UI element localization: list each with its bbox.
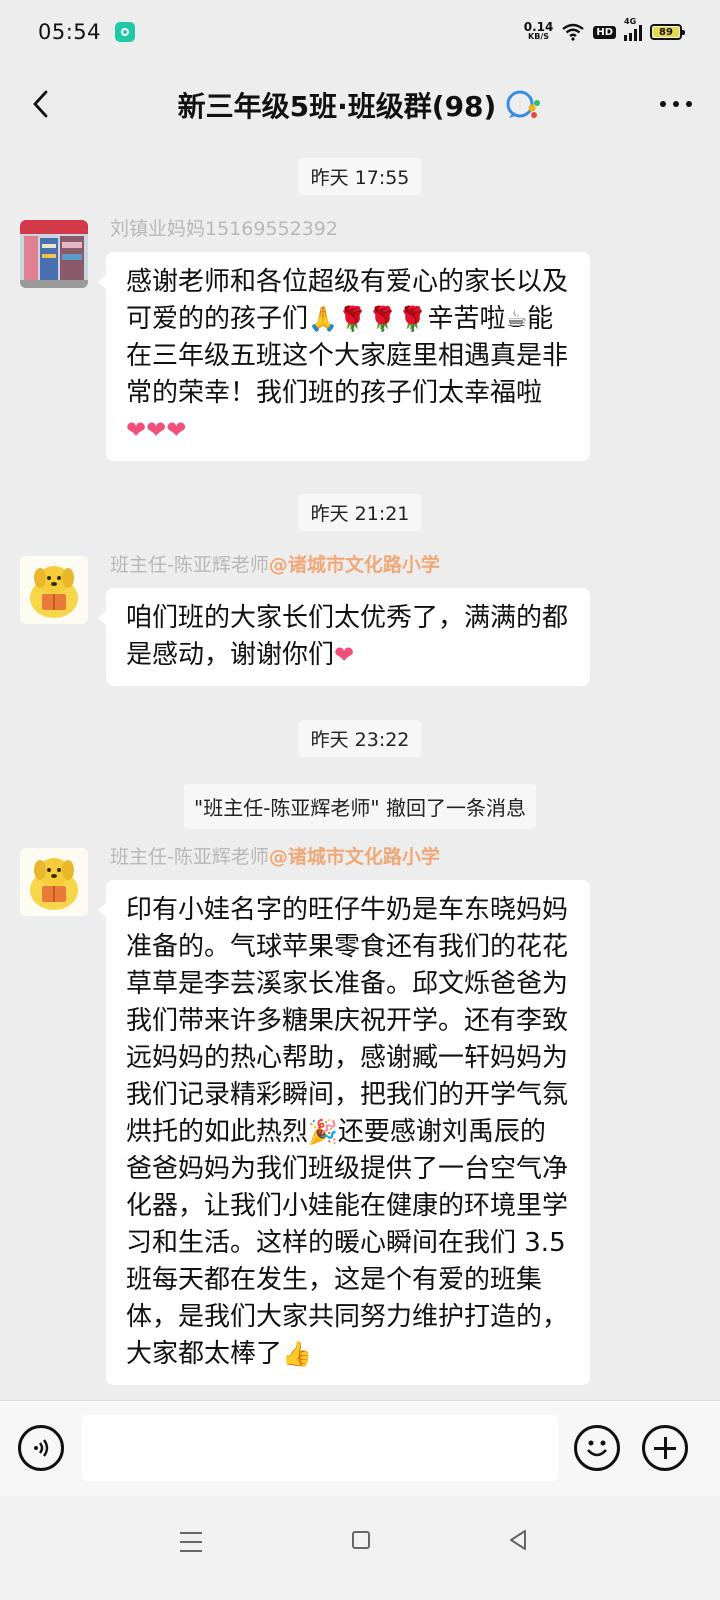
coffee-emoji: ☕ (505, 305, 528, 333)
pray-roses-emoji: 🙏🌹🌹🌹 (308, 305, 428, 333)
back-button[interactable] (18, 82, 62, 126)
sender-name-text: 班主任-陈亚辉老师 (110, 846, 269, 868)
battery-icon: 89 (650, 24, 685, 40)
message-bubble[interactable]: 咱们班的大家长们太优秀了，满满的都是感动，谢谢你们❤ (98, 588, 590, 686)
party-emoji: 🎉 (308, 1118, 338, 1146)
sender-org: @诸城市文化路小学 (268, 554, 440, 576)
message-text: 还要感谢刘禹辰的爸爸妈妈为我们班级提供了一台空气净化器，让我们小娃能在健康的环境… (126, 1117, 569, 1369)
add-button[interactable] (642, 1425, 688, 1471)
heart-emoji: ❤❤❤ (126, 416, 187, 444)
signal-icon: 4G (624, 17, 642, 41)
message-input[interactable] (82, 1415, 558, 1481)
chat-bubble-icon (115, 22, 136, 42)
menu-icon[interactable] (180, 1532, 202, 1552)
message-bubble[interactable]: 感谢老师和各位超级有爱心的家长以及可爱的的孩子们🙏🌹🌹🌹辛苦啦☕能在三年级五班这… (98, 252, 590, 461)
chevron-left-icon (33, 90, 48, 118)
avatar[interactable] (20, 848, 88, 916)
network-speed: 0.14 KB/S (523, 20, 554, 42)
status-indicators: 0.14 KB/S HD 4G 89 (523, 17, 685, 42)
thumbs-up-emoji: 👍 (282, 1340, 312, 1368)
system-nav-bar (0, 1496, 720, 1600)
avatar[interactable] (20, 220, 88, 288)
timestamp: 昨天 23:22 (298, 720, 422, 757)
network-speed-value: 0.14 (523, 20, 554, 34)
more-dots-icon (660, 101, 692, 107)
page-title: 新三年级5班·班级群(98) (177, 90, 497, 123)
wifi-icon (562, 23, 585, 41)
heart-emoji: ❤ (334, 641, 355, 669)
network-type: 4G (624, 17, 637, 26)
timestamp: 昨天 21:21 (298, 494, 422, 531)
battery-level: 89 (653, 27, 679, 38)
chat-header: 新三年级5班·班级群(98) (0, 64, 720, 146)
sender-name-text: 班主任-陈亚辉老师 (110, 554, 269, 576)
sender-name: 刘镇业妈妈15169552392 (110, 214, 338, 241)
timestamp: 昨天 17:55 (298, 158, 422, 195)
group-badge-icon (506, 90, 541, 118)
hd-badge: HD (593, 25, 616, 39)
emoji-button[interactable] (574, 1425, 620, 1471)
emoji-icon (587, 1440, 607, 1457)
message-text: 印有小娃名字的旺仔牛奶是车东晓妈妈准备的。气球苹果零食还有我们的花花草草是李芸溪… (126, 895, 569, 1147)
sender-name-text: 刘镇业妈妈15169552392 (110, 218, 338, 240)
network-speed-unit: KB/S (528, 32, 550, 41)
status-bar: 05:54 0.14 KB/S HD 4G 89 (0, 0, 720, 64)
message-bubble[interactable]: 印有小娃名字的旺仔牛奶是车东晓妈妈准备的。气球苹果零食还有我们的花花草草是李芸溪… (98, 880, 590, 1385)
voice-button[interactable] (18, 1425, 64, 1471)
sender-name: 班主任-陈亚辉老师@诸城市文化路小学 (110, 550, 440, 577)
more-button[interactable] (654, 82, 698, 126)
message-text: 辛苦啦 (427, 304, 506, 334)
input-bar (0, 1400, 720, 1496)
avatar[interactable] (20, 556, 88, 624)
voice-icon (34, 1439, 49, 1457)
recall-notice: "班主任-陈亚辉老师" 撤回了一条消息 (184, 784, 536, 829)
sender-org: @诸城市文化路小学 (268, 846, 440, 868)
back-triangle-icon[interactable] (508, 1529, 528, 1551)
sender-name: 班主任-陈亚辉老师@诸城市文化路小学 (110, 842, 440, 869)
status-time: 05:54 (38, 20, 102, 44)
chat-area[interactable]: 昨天 17:55 刘镇业妈妈15169552392 感谢老师和各位超级有爱心的家… (0, 146, 720, 1424)
title-wrap: 新三年级5班·班级群(98) (178, 85, 543, 125)
home-square-icon[interactable] (352, 1531, 370, 1549)
